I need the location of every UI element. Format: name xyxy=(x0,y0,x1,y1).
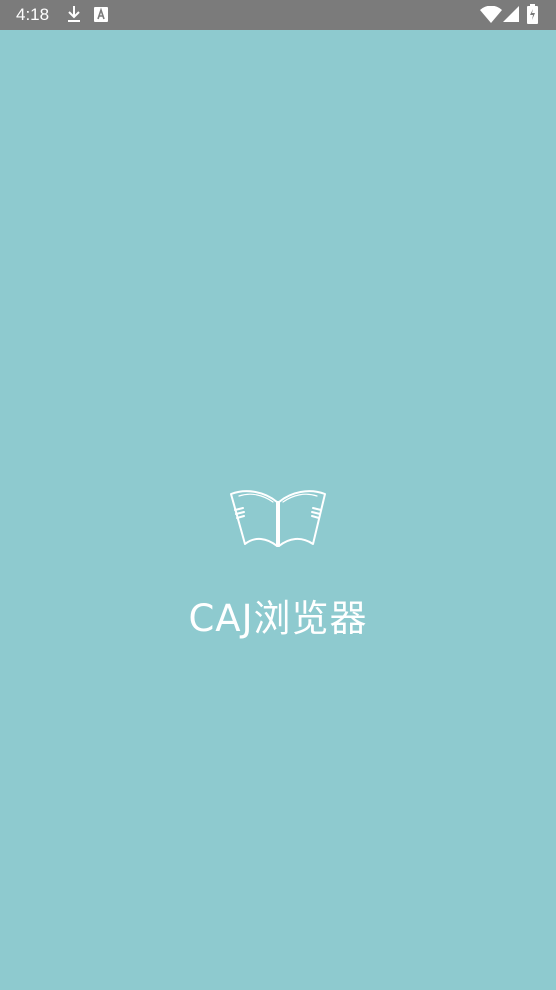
splash-screen: 4:18 CAJ浏览器 xyxy=(0,0,556,990)
app-name-title: CAJ浏览器 xyxy=(188,597,368,640)
splash-content: CAJ浏览器 xyxy=(0,0,556,990)
open-book-icon xyxy=(229,488,329,550)
